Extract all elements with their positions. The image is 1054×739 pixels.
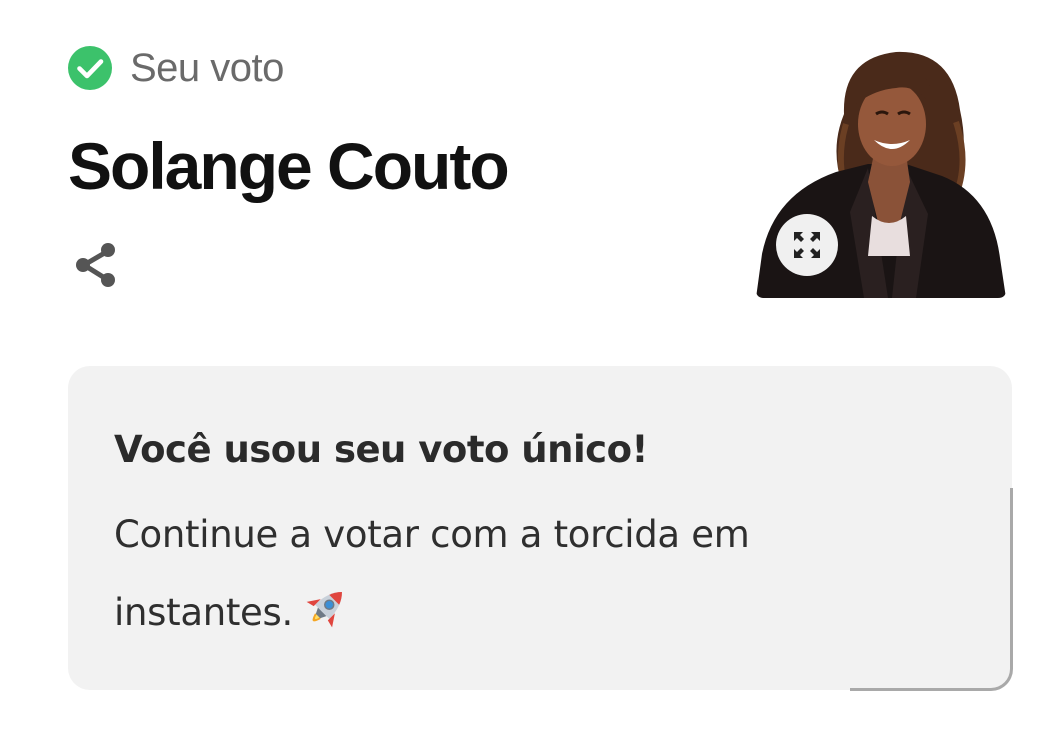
info-card-heading: Você usou seu voto único! xyxy=(114,428,648,471)
expand-icon xyxy=(794,232,820,258)
check-circle-icon xyxy=(68,46,112,90)
rocket-icon xyxy=(299,583,351,635)
vote-status-label: Seu voto xyxy=(130,46,284,90)
vote-used-info-card: Você usou seu voto único! Continue a vot… xyxy=(68,366,1013,691)
card-shadow xyxy=(850,488,1013,691)
candidate-name: Solange Couto xyxy=(68,129,510,203)
share-icon xyxy=(76,243,115,287)
expand-photo-button[interactable] xyxy=(776,214,838,276)
share-button[interactable] xyxy=(70,238,124,292)
info-card-body-text: Continue a votar com a torcida em instan… xyxy=(114,513,750,634)
candidate-photo-container xyxy=(756,44,1006,298)
vote-status: Seu voto xyxy=(68,44,284,92)
vote-confirmation-page: Seu voto Solange Couto Você usou seu vot… xyxy=(0,0,1054,739)
info-card-body: Continue a votar com a torcida em instan… xyxy=(114,496,874,652)
